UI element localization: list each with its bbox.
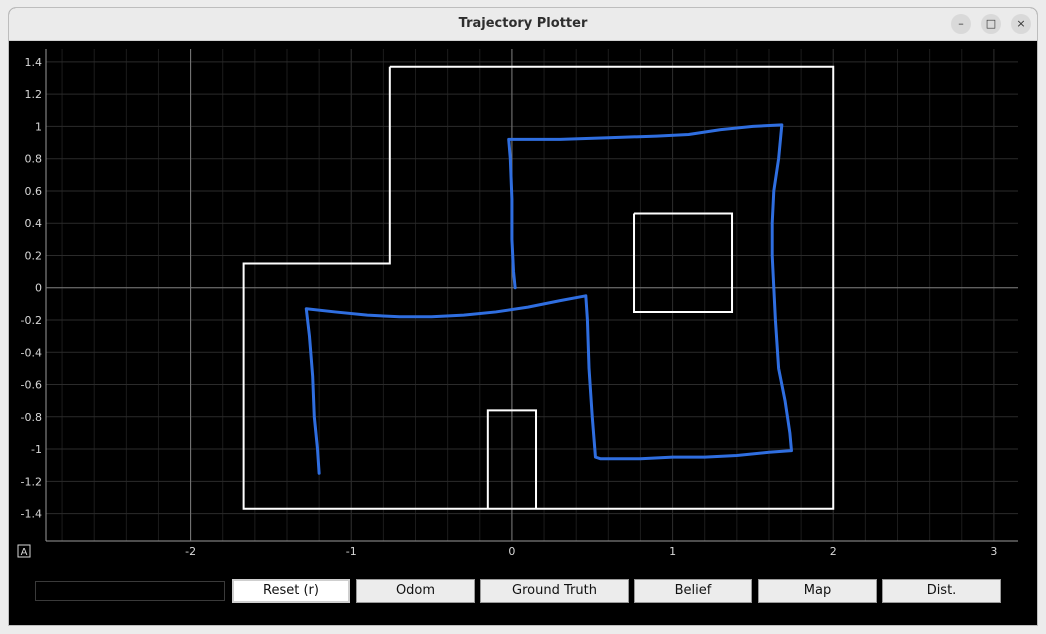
window-title: Trajectory Plotter [458,16,588,31]
dist-button[interactable]: Dist. [882,579,1001,603]
y-tick-label: -1.4 [21,508,42,521]
y-tick-label: 1 [35,120,42,133]
y-tick-label: 0 [35,282,42,295]
map-button[interactable]: Map [758,579,877,603]
trajectory-line [304,123,793,475]
x-tick-label: 2 [830,545,837,558]
x-tick-label: -2 [185,545,196,558]
y-tick-label: 0.4 [25,217,43,230]
y-tick-label: -1 [31,443,42,456]
map-inner-box [633,212,734,313]
status-field[interactable] [35,581,225,601]
y-tick-label: -1.2 [21,475,42,488]
y-tick-label: 0.8 [25,153,43,166]
x-tick-label: 0 [508,545,515,558]
y-tick-label: 1.2 [25,88,43,101]
y-tick-label: -0.4 [21,346,42,359]
x-tick-label: 1 [669,545,676,558]
belief-button[interactable]: Belief [634,579,752,603]
reset-button[interactable]: Reset (r) [232,579,350,603]
title-bar: Trajectory Plotter – □ × [9,8,1037,41]
control-bar: Reset (r) Odom Ground Truth Belief Map D… [9,561,1037,625]
y-tick-label: -0.6 [21,379,42,392]
y-tick-label: -0.2 [21,314,42,327]
y-tick-label: -0.8 [21,411,42,424]
y-tick-label: 0.2 [25,249,43,262]
ground-truth-button[interactable]: Ground Truth [480,579,629,603]
y-tick-label: 1.4 [25,56,43,69]
y-tick-label: 0.6 [25,185,43,198]
maximize-button[interactable]: □ [981,14,1001,34]
auto-range-label: A [21,547,28,558]
trajectory-plot[interactable]: -1.4 -1.2 -1 -0.8 -0.6 -0.4 -0.2 0 0.2 0.4 0.6 0.8 1… [9,41,1038,561]
odom-button[interactable]: Odom [356,579,475,603]
x-tick-label: -1 [346,545,357,558]
plot-area[interactable]: -1.4 -1.2 -1 -0.8 -0.6 -0.4 -0.2 0 0.2 0.4 0.6 0.8 1… [9,41,1038,561]
app-window: Trajectory Plotter – □ × -1.4 -1.2 -1 -0.8-… [8,7,1038,626]
minimize-button[interactable]: – [951,14,971,34]
close-button[interactable]: × [1011,14,1031,34]
x-tick-label: 3 [990,545,997,558]
